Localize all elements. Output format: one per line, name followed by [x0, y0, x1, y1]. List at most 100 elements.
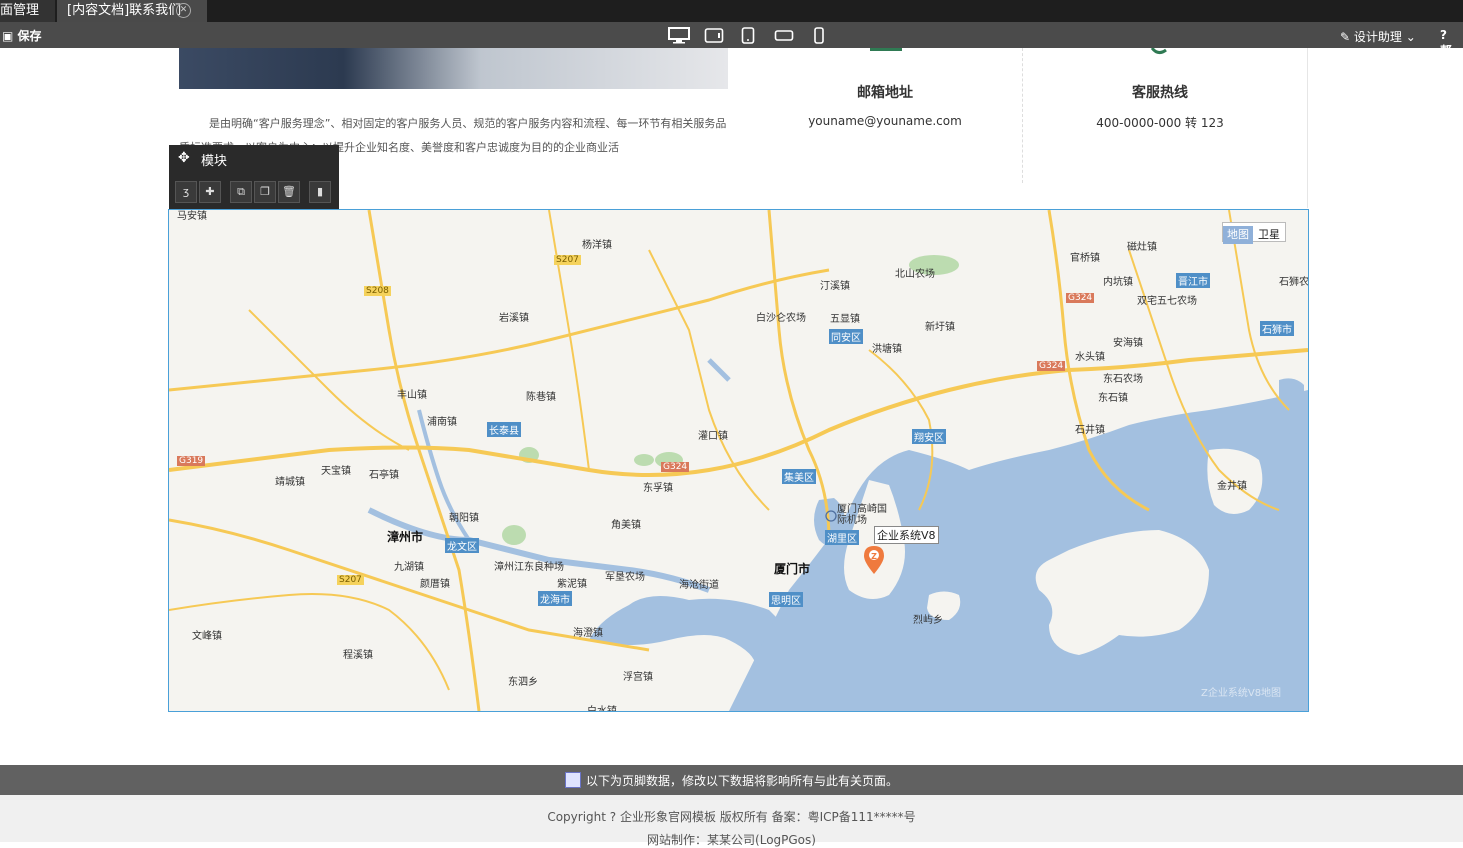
- tab-bar: [0, 0, 1463, 22]
- place-label: 浦南镇: [427, 417, 457, 428]
- district-label: 长泰县: [487, 422, 521, 437]
- place-label: 角美镇: [611, 520, 641, 531]
- map-type-satellite-button[interactable]: 卫星: [1253, 226, 1285, 244]
- delete-icon[interactable]: 🗑: [278, 181, 300, 203]
- road-label: G324: [661, 462, 690, 472]
- district-label: 龙海市: [538, 591, 572, 606]
- design-help-menu[interactable]: ✎ 设计助理 ⌄: [1340, 28, 1416, 45]
- plugin-icon[interactable]: ✚: [199, 181, 221, 203]
- road-label: G324: [1066, 293, 1095, 303]
- place-label: 水头镇: [1075, 352, 1105, 363]
- editor-toolbar: [0, 22, 1463, 48]
- place-label: 厦门高崎国际机场: [837, 504, 887, 526]
- place-label: 漳州江东良种场: [494, 562, 564, 573]
- module-label: 模块: [201, 154, 228, 169]
- email-value: youname@youname.com: [808, 114, 962, 128]
- design-help-label: 设计助理: [1353, 30, 1402, 44]
- hotline-value: 400-0000-000 转 123: [1096, 116, 1224, 130]
- place-label: 石狮农: [1279, 277, 1309, 288]
- place-label: 五显镇: [830, 314, 860, 325]
- notice-icon: [565, 772, 581, 788]
- place-label: 烈屿乡: [913, 615, 943, 626]
- place-label: 浮宫镇: [623, 672, 653, 683]
- email-icon: [870, 48, 902, 51]
- css-icon[interactable]: ʒ: [175, 181, 197, 203]
- place-label: 东石农场: [1103, 374, 1143, 385]
- place-label: 白水镇: [587, 706, 617, 712]
- hotline-title: 客服热线: [1132, 85, 1188, 101]
- save-icon: ▣: [2, 29, 14, 43]
- pen-icon: ✎: [1340, 30, 1351, 44]
- place-label: 石亭镇: [369, 470, 399, 481]
- place-label: 东石镇: [1098, 393, 1128, 404]
- road-label: S207: [337, 575, 364, 585]
- place-label: 军垦农场: [605, 572, 645, 583]
- help-label: 帮: [1440, 44, 1453, 58]
- place-label: 金井镇: [1217, 481, 1247, 492]
- map-type-map-button[interactable]: 地图: [1223, 226, 1253, 244]
- city-label: 漳州市: [387, 530, 424, 544]
- place-label: 朝阳镇: [449, 513, 479, 524]
- place-label: 岩溪镇: [499, 313, 529, 324]
- copyright-text: Copyright ? 企业形象官网模板 版权所有 备案：粤ICP备111***…: [547, 810, 916, 824]
- footer-notice-text: 以下为页脚数据，修改以下数据将影响所有与此有关页面。: [586, 774, 899, 788]
- place-label: 东孚镇: [643, 483, 673, 494]
- place-label: 靖城镇: [275, 477, 305, 488]
- place-label: 官桥镇: [1070, 253, 1100, 264]
- map-watermark: Z企业系统V8地图: [1201, 688, 1282, 699]
- move-icon[interactable]: ✥: [178, 150, 190, 166]
- district-label: 思明区: [769, 592, 803, 607]
- paste-icon[interactable]: ❐: [254, 181, 276, 203]
- district-label: 龙文区: [445, 538, 479, 553]
- close-tab-icon[interactable]: ✕: [176, 3, 191, 18]
- chevron-down-icon: ⌄: [1405, 30, 1416, 44]
- tablet-portrait-icon[interactable]: [741, 27, 755, 44]
- map-module[interactable]: Z 漳州市 厦门市 长泰县 同安区 翔安区 集美区 湖里区 思明区 龙文区 龙海…: [168, 209, 1309, 712]
- help-button[interactable]: ? 帮: [1440, 28, 1463, 59]
- phone-portrait-icon[interactable]: [813, 27, 825, 44]
- credit-text: 网站制作：某某公司(LogPGos): [647, 833, 816, 847]
- phone-icon: [1150, 48, 1167, 55]
- place-label: 紫泥镇: [557, 579, 587, 590]
- place-label: 洪塘镇: [872, 344, 902, 355]
- road-label: G324: [1037, 361, 1066, 371]
- place-label: 安海镇: [1113, 338, 1143, 349]
- save-label: 保存: [17, 29, 42, 43]
- road-label: S208: [364, 286, 391, 296]
- phone-landscape-icon[interactable]: [774, 27, 794, 44]
- city-label: 厦门市: [774, 562, 811, 576]
- bookmark-icon[interactable]: ▮: [309, 181, 331, 203]
- district-label: 同安区: [829, 329, 863, 344]
- place-label: 白沙仑农场: [756, 313, 806, 324]
- tablet-landscape-icon[interactable]: [704, 27, 724, 44]
- road-label: S207: [554, 255, 581, 265]
- place-label: 北山农场: [895, 269, 935, 280]
- place-label: 海沧街道: [679, 580, 719, 591]
- district-label: 晋江市: [1176, 273, 1210, 288]
- map-type-switch: 地图 卫星: [1222, 222, 1286, 244]
- copy-icon[interactable]: ⧉: [230, 181, 252, 203]
- contact-photo: [179, 48, 728, 89]
- map-marker-label[interactable]: 企业系统V8: [874, 526, 939, 544]
- save-button[interactable]: ▣ 保存: [2, 27, 42, 44]
- place-label: 石井镇: [1075, 425, 1105, 436]
- place-label: 内坑镇: [1103, 277, 1133, 288]
- place-label: 灌口镇: [698, 431, 728, 442]
- map-canvas[interactable]: Z: [169, 210, 1308, 711]
- district-label: 湖里区: [825, 530, 859, 545]
- desktop-icon[interactable]: [667, 27, 691, 44]
- place-label: 天宝镇: [321, 466, 351, 477]
- place-label: 双宅五七农场: [1137, 296, 1197, 307]
- place-label: 陈巷镇: [526, 392, 556, 403]
- tab-page-management[interactable]: 面管理: [0, 0, 55, 22]
- place-label: 东泗乡: [508, 677, 538, 688]
- district-label: 集美区: [782, 469, 816, 484]
- content-border: [1307, 48, 1308, 208]
- email-title: 邮箱地址: [857, 85, 913, 101]
- place-label: 九湖镇: [394, 562, 424, 573]
- question-icon: ?: [1440, 28, 1447, 42]
- place-label: 杨洋镇: [582, 240, 612, 251]
- contact-divider: [1022, 48, 1023, 183]
- district-label: 石狮市: [1260, 321, 1294, 336]
- place-label: 丰山镇: [397, 390, 427, 401]
